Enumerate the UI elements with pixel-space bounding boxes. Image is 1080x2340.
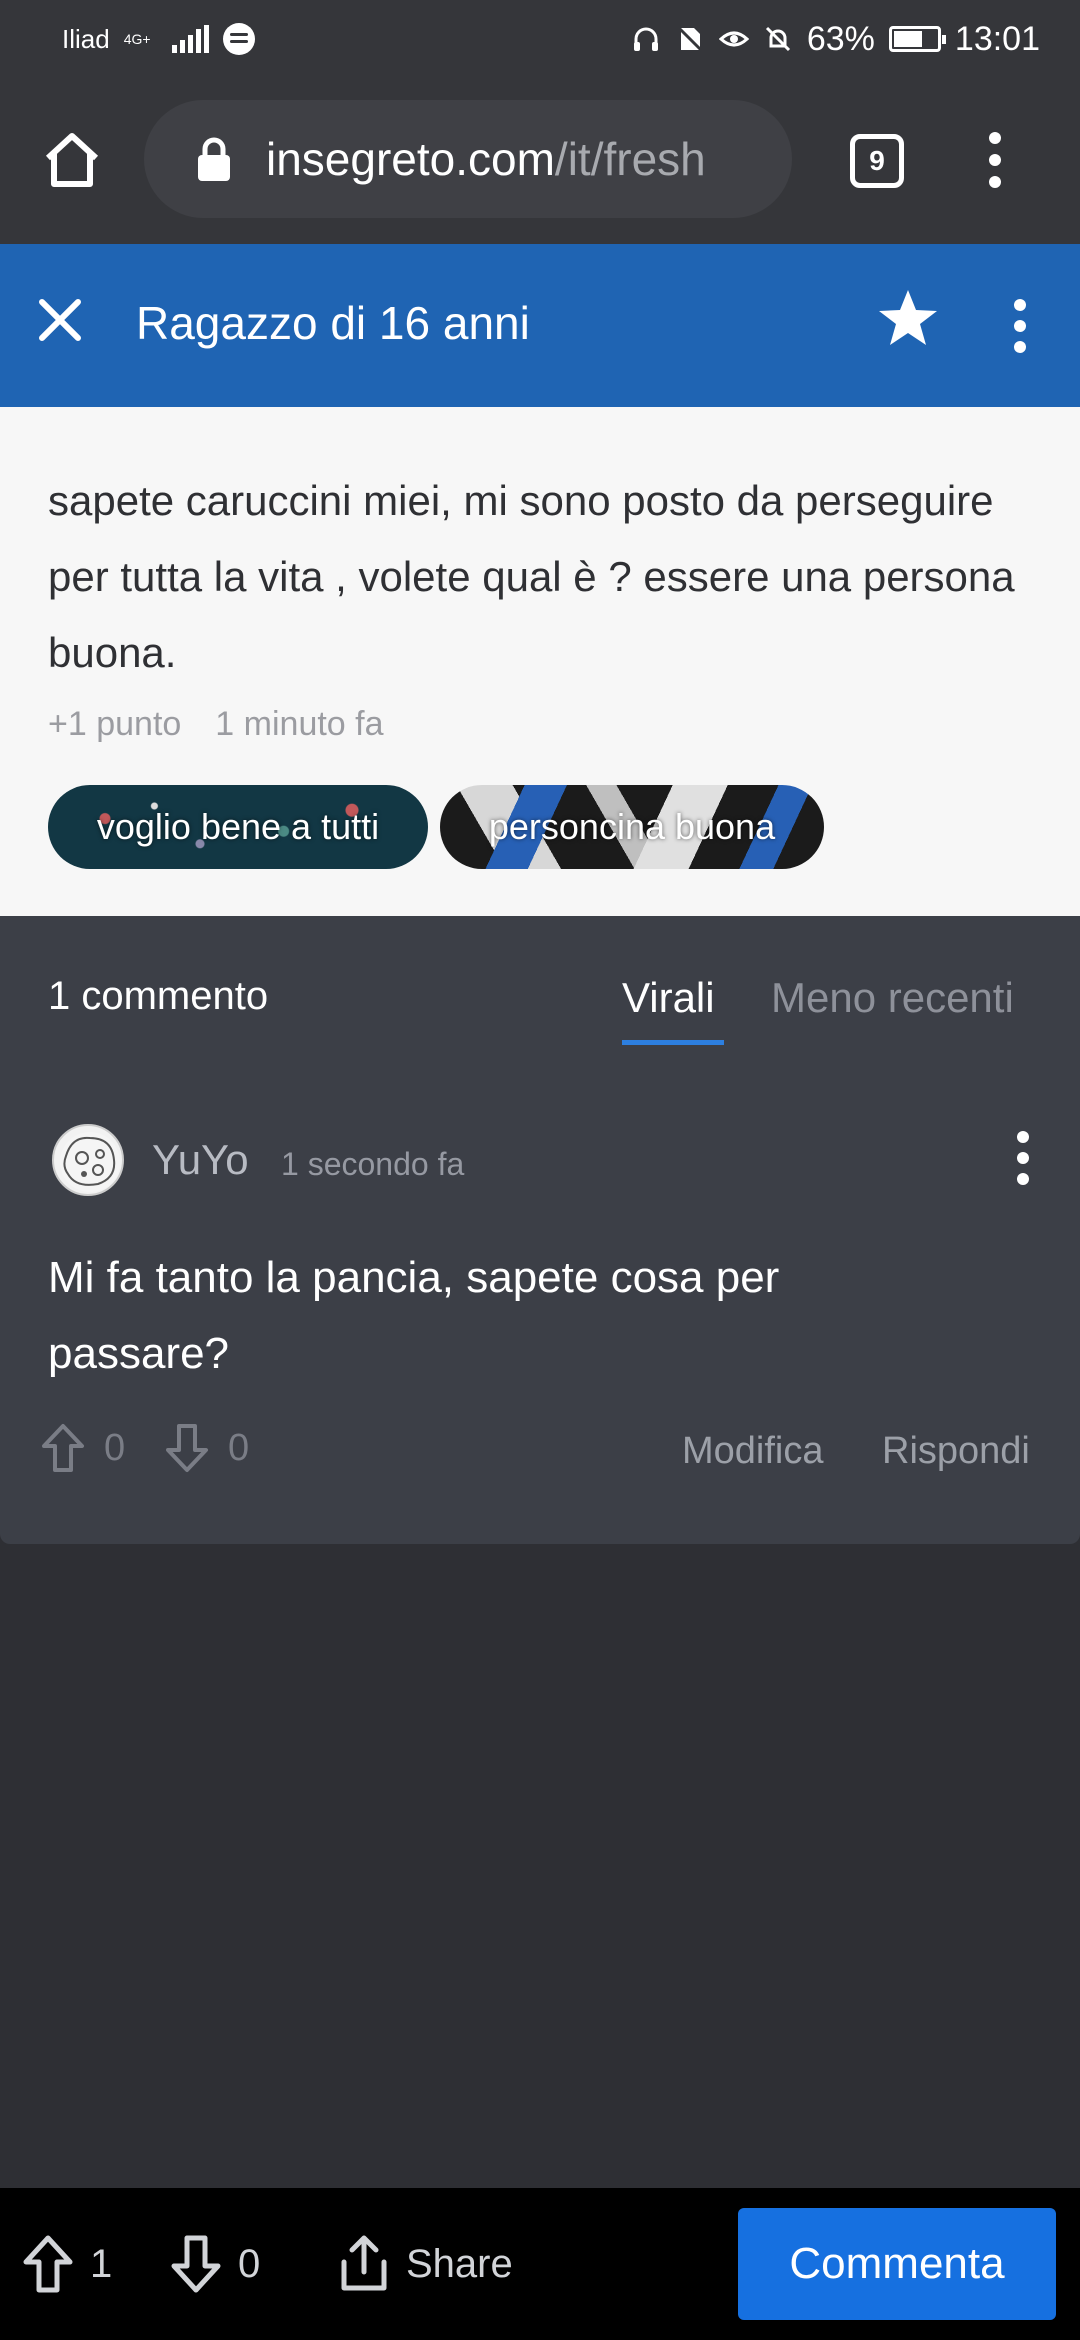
headphones-icon (633, 27, 658, 51)
post-meta: +1 punto 1 minuto fa (48, 705, 384, 744)
comment-actions: 0 0 Modifica Rispondi (40, 1422, 1040, 1482)
eye-icon (718, 31, 749, 47)
no-sim-icon (676, 25, 703, 53)
post-body: sapete caruccini miei, mi sono posto da … (48, 477, 1015, 676)
comment-time: 1 secondo fa (281, 1146, 465, 1182)
post-downvote-count: 0 (238, 2241, 261, 2286)
tag-list: voglio bene a tutti personcina buona (48, 785, 824, 869)
tab-virali[interactable]: Virali (622, 974, 715, 1022)
post-upvote-count: 1 (90, 2241, 113, 2286)
mute-bell-icon (765, 26, 790, 52)
tag-label: voglio bene a tutti (96, 806, 380, 847)
status-bar: Iliad 4G+ 63% 13:01 (0, 0, 1080, 78)
comment-downvote-count: 0 (228, 1426, 250, 1469)
tag-label: personcina buona (488, 806, 776, 847)
bottom-action-bar: 1 0 Share Commenta (0, 2188, 1080, 2340)
spotify-icon (222, 23, 255, 55)
url-path: /it/fresh (554, 133, 706, 185)
upvote-arrow-icon (42, 1424, 84, 1472)
comment-author[interactable]: YuYo (152, 1136, 249, 1184)
battery-percent: 63% (806, 19, 875, 58)
reply-link[interactable]: Rispondi (882, 1430, 1030, 1473)
share-button[interactable]: Share (338, 2234, 513, 2294)
status-right: 63% 13:01 (631, 20, 1040, 59)
carrier-label: Iliad (62, 23, 110, 54)
clock: 13:01 (954, 19, 1040, 58)
comment-menu-icon[interactable] (1010, 1128, 1036, 1188)
comment-item: YuYo 1 secondo fa Mi fa tanto la pancia,… (0, 1076, 1080, 1544)
active-tab-indicator (622, 1040, 724, 1045)
post-upvote-button[interactable]: 1 (22, 2234, 112, 2294)
url-domain: insegreto.com (266, 133, 555, 185)
comments-header: 1 commento Virali Meno recenti (0, 916, 1080, 1076)
upvote-arrow-icon (23, 2235, 73, 2293)
tab-count: 9 (869, 145, 885, 176)
home-icon[interactable] (40, 128, 104, 192)
lock-icon (198, 137, 230, 181)
downvote-arrow-icon (171, 2235, 221, 2293)
tab-meno-recenti[interactable]: Meno recenti (771, 974, 1014, 1022)
post-card: sapete caruccini miei, mi sono posto da … (0, 407, 1080, 916)
post-header: Ragazzo di 16 anni (0, 244, 1080, 407)
comment-button[interactable]: Commenta (738, 2208, 1056, 2320)
battery-icon (888, 26, 946, 52)
downvote-arrow-icon (166, 1424, 208, 1472)
comment-body: Mi fa tanto la pancia, sapete cosa per p… (48, 1253, 780, 1378)
edit-link[interactable]: Modifica (682, 1430, 824, 1473)
post-time: 1 minuto fa (215, 705, 384, 743)
signal-icon (171, 25, 209, 53)
avatar-illustration-icon (60, 1132, 120, 1192)
browser-toolbar: insegreto.com/it/fresh 9 (0, 78, 1080, 244)
status-left: Iliad 4G+ (62, 23, 255, 55)
star-icon[interactable] (876, 286, 940, 350)
close-icon[interactable] (36, 296, 84, 344)
page-title: Ragazzo di 16 anni (136, 297, 530, 349)
tab-switcher-button[interactable]: 9 (850, 134, 904, 188)
post-downvote-button[interactable]: 0 (170, 2234, 260, 2294)
tag-chip[interactable]: voglio bene a tutti (48, 785, 428, 869)
network-type: 4G+ (123, 31, 151, 47)
browser-menu-icon[interactable] (980, 128, 1010, 192)
comment-downvote-button[interactable]: 0 (164, 1422, 249, 1474)
url-bar[interactable]: insegreto.com/it/fresh (144, 100, 792, 218)
tag-chip[interactable]: personcina buona (440, 785, 824, 869)
comment-button-label: Commenta (789, 2239, 1005, 2288)
avatar[interactable] (52, 1124, 124, 1196)
post-points: +1 punto (48, 705, 182, 743)
header-menu-icon[interactable] (1005, 296, 1035, 356)
comment-count: 1 commento (48, 974, 269, 1018)
comment-upvote-button[interactable]: 0 (40, 1422, 125, 1474)
share-label: Share (406, 2241, 513, 2286)
comment-upvote-count: 0 (104, 1426, 126, 1469)
share-icon (341, 2235, 387, 2291)
